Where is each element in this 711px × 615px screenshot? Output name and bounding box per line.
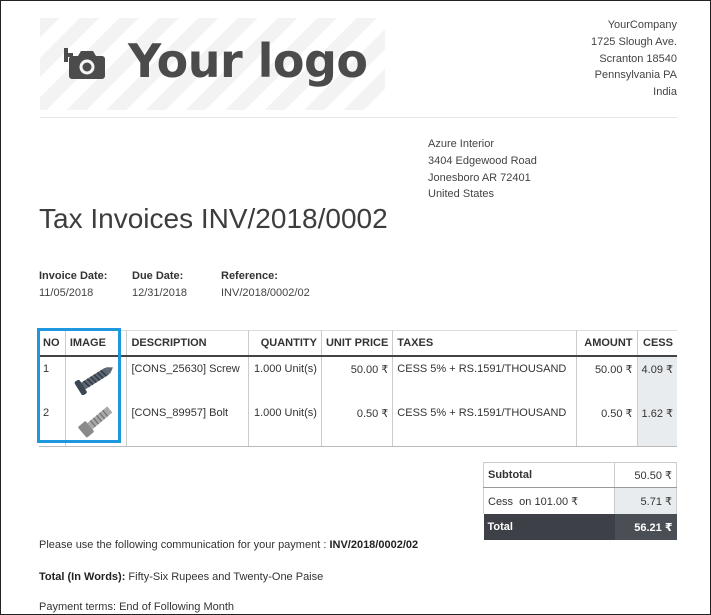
row-unit-price: 0.50 ₹: [321, 401, 394, 447]
due-date-block: Due Date: 12/31/2018: [132, 268, 187, 302]
row-cess: 4.09 ₹: [637, 356, 677, 401]
payment-terms: Payment terms: End of Following Month: [39, 601, 235, 613]
subtotal-value: 50.50 ₹: [614, 462, 677, 488]
row-taxes: CESS 5% + RS.1591/THOUSAND: [392, 356, 577, 401]
row-description: [CONS_25630] Screw: [126, 356, 250, 401]
reference-block: Reference: INV/2018/0002/02: [221, 268, 310, 302]
customer-name: Azure Interior: [428, 138, 495, 150]
customer-street: 3404 Edgewood Road: [428, 154, 537, 167]
total-words-label: Total (In Words):: [39, 571, 126, 583]
col-header-image: IMAGE: [65, 330, 128, 357]
total-row: Total 56.21 ₹: [483, 514, 677, 540]
company-country: India: [653, 86, 677, 99]
table-row: 2 [CONS_89957] Bolt 1.000 Unit(s) 0.50 ₹…: [39, 401, 677, 447]
camera-plus-icon: [64, 48, 105, 79]
company-city: Scranton 18540: [599, 52, 677, 65]
invoice-lines-table: NO IMAGE DESCRIPTION QUANTITY UNIT PRICE…: [39, 330, 677, 447]
page-title: Tax Invoices INV/2018/0002: [39, 203, 388, 234]
communication-text: Please use the following communication f…: [39, 539, 330, 551]
company-state: Pennsylvania PA: [594, 69, 677, 82]
invoice-date-block: Invoice Date: 11/05/2018: [39, 268, 107, 302]
col-header-description: DESCRIPTION: [126, 330, 250, 357]
logo-text: Your logo: [128, 34, 368, 88]
cess-row: Cess on 101.00 ₹ 5.71 ₹: [482, 487, 677, 514]
header-divider: [40, 117, 677, 118]
bolt-icon: [78, 406, 113, 438]
col-header-unit-price: UNIT PRICE: [321, 330, 394, 357]
row-taxes: CESS 5% + RS.1591/THOUSAND: [392, 401, 577, 447]
payment-communication: Please use the following communication f…: [39, 539, 418, 551]
customer-city: Jonesboro AR 72401: [428, 171, 531, 184]
invoice-date-label: Invoice Date:: [39, 270, 108, 282]
subtotal-row: Subtotal 50.50 ₹: [482, 462, 677, 488]
customer-address: Azure Interior 3404 Edgewood Road Jonesb…: [428, 136, 537, 203]
due-date-value: 12/31/2018: [132, 287, 188, 299]
customer-country: United States: [428, 188, 495, 201]
col-header-taxes: TAXES: [392, 330, 577, 357]
row-description: [CONS_89957] Bolt: [126, 401, 250, 447]
reference-label: Reference:: [221, 270, 278, 282]
col-header-amount: AMOUNT: [576, 330, 638, 357]
product-image-cell: [65, 356, 128, 401]
product-image-cell: [65, 401, 128, 447]
due-date-label: Due Date:: [132, 270, 184, 282]
company-street: 1725 Slough Ave.: [590, 35, 677, 48]
total-words-value: Fifty-Six Rupees and Twenty-One Paise: [125, 571, 324, 583]
total-in-words: Total (In Words): Fifty-Six Rupees and T…: [39, 571, 323, 583]
cess-value: 5.71 ₹: [614, 487, 677, 514]
col-header-quantity: QUANTITY: [248, 330, 322, 357]
total-value: 56.21 ₹: [614, 514, 677, 540]
reference-value: INV/2018/0002/02: [221, 287, 310, 299]
col-header-no: NO: [39, 330, 66, 357]
row-quantity: 1.000 Unit(s): [248, 401, 322, 447]
row-cess: 1.62 ₹: [637, 401, 677, 447]
table-row: 1 [CONS_25630] Screw 1.000 Unit(s) 50.00…: [39, 356, 677, 401]
communication-reference: INV/2018/0002/02: [329, 539, 419, 551]
subtotal-label: Subtotal: [482, 462, 616, 488]
row-no: 2: [39, 401, 66, 447]
total-label: Total: [483, 514, 615, 540]
row-quantity: 1.000 Unit(s): [248, 356, 322, 401]
screw-icon: [74, 367, 113, 396]
company-address: YourCompany 1725 Slough Ave. Scranton 18…: [591, 17, 677, 101]
invoice-date-value: 11/05/2018: [39, 287, 94, 299]
row-unit-price: 50.00 ₹: [321, 356, 394, 401]
row-amount: 50.00 ₹: [576, 356, 638, 401]
cess-label: Cess on 101.00 ₹: [482, 487, 616, 514]
company-logo: Your logo: [40, 18, 385, 110]
row-no: 1: [39, 356, 66, 401]
col-header-cess: CESS: [637, 330, 677, 357]
totals-table: Subtotal 50.50 ₹ Cess on 101.00 ₹ 5.71 ₹…: [482, 462, 677, 540]
row-amount: 0.50 ₹: [576, 401, 638, 447]
company-name: YourCompany: [607, 19, 677, 31]
table-header-row: NO IMAGE DESCRIPTION QUANTITY UNIT PRICE…: [39, 330, 677, 357]
